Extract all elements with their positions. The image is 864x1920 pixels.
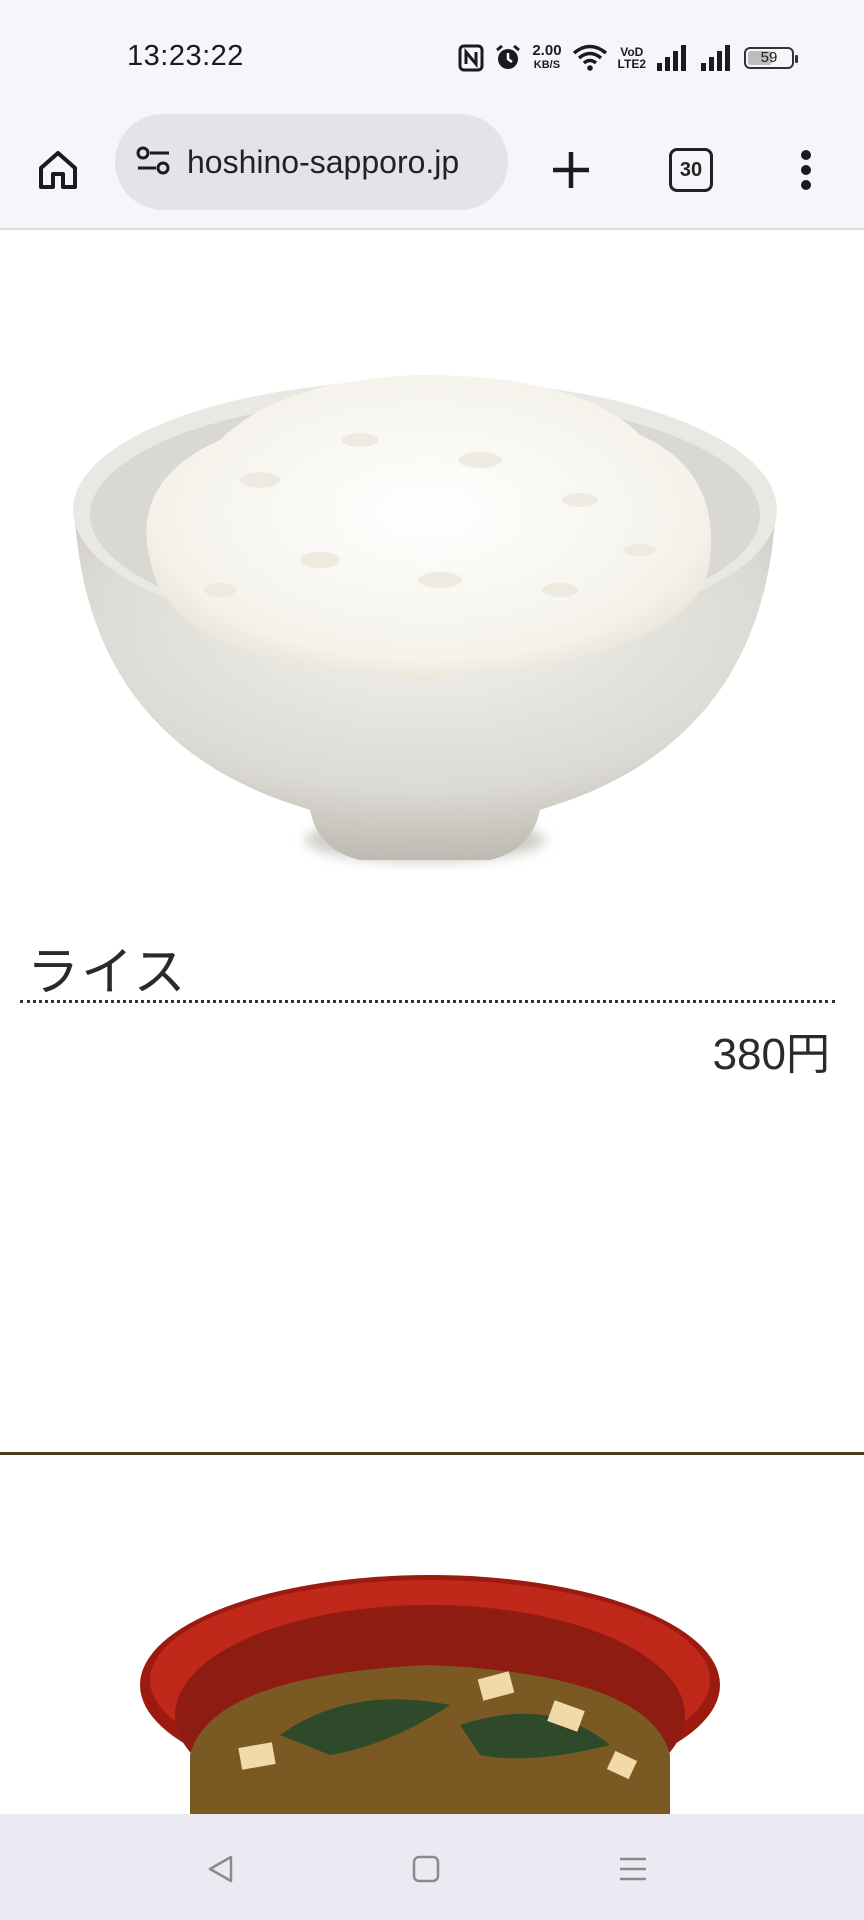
- status-bar: 13:23:22 2.00 KB/S VoD LTE2 59: [0, 0, 864, 112]
- nfc-icon: [458, 44, 484, 72]
- signal-icon: [701, 45, 730, 71]
- url-text[interactable]: hoshino-sapporo.jp: [187, 144, 487, 181]
- browser-toolbar: hoshino-sapporo.jp 30: [0, 112, 864, 230]
- miso-soup-image: [140, 1575, 720, 1814]
- more-vert-icon: [801, 150, 811, 190]
- dotted-divider: [20, 1000, 835, 1003]
- item-name: ライス: [27, 944, 188, 1002]
- plus-icon: [553, 152, 589, 188]
- home-nav-button[interactable]: [404, 1847, 448, 1891]
- back-button[interactable]: [199, 1847, 243, 1891]
- system-nav-bar: [0, 1814, 864, 1920]
- new-tab-button[interactable]: [537, 136, 605, 204]
- tab-switcher-button[interactable]: 30: [657, 136, 725, 204]
- status-icons: 2.00 KB/S VoD LTE2 59: [458, 38, 798, 78]
- page-content: ライス 380円: [0, 230, 864, 1814]
- more-menu-button[interactable]: [772, 136, 840, 204]
- home-icon: [39, 151, 77, 189]
- battery-icon: 59: [744, 47, 798, 69]
- status-time: 13:23:22: [127, 40, 244, 72]
- volte-indicator: VoD LTE2: [618, 46, 646, 70]
- signal-icon: [657, 45, 686, 71]
- section-divider: [0, 1452, 864, 1455]
- net-speed-unit: KB/S: [533, 59, 561, 71]
- recents-icon: [620, 1857, 646, 1881]
- wifi-icon: [572, 44, 607, 71]
- rice-bowl-image: [73, 375, 777, 862]
- net-speed: 2.00 KB/S: [532, 43, 561, 73]
- home-icon: [412, 1855, 440, 1883]
- back-icon: [208, 1855, 233, 1883]
- alarm-icon: [496, 44, 521, 69]
- volte-bottom: LTE2: [617, 57, 646, 71]
- url-bar[interactable]: hoshino-sapporo.jp: [115, 114, 508, 210]
- battery-level: 59: [760, 49, 778, 66]
- site-settings-icon[interactable]: [135, 144, 173, 178]
- home-button[interactable]: [24, 136, 92, 204]
- net-speed-value: 2.00: [532, 42, 562, 59]
- item-price: 380円: [712, 1030, 830, 1079]
- tab-switcher-icon: 30: [669, 148, 713, 192]
- recents-button[interactable]: [611, 1847, 655, 1891]
- tab-count: 30: [679, 158, 703, 181]
